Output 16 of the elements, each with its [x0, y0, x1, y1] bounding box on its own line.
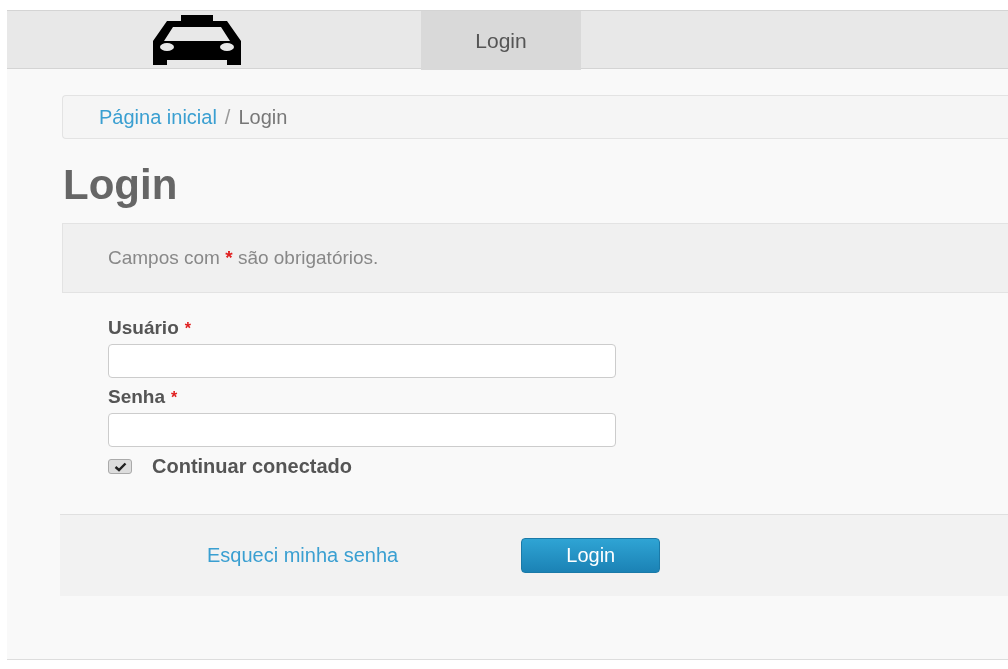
page-heading: Login — [63, 160, 179, 210]
forgot-password-link[interactable]: Esqueci minha senha — [207, 544, 399, 567]
input-field[interactable] — [108, 344, 616, 378]
required-note: Campos com * são obrigatórios. — [108, 247, 379, 269]
field-label: Senha — [108, 386, 166, 408]
input-field[interactable] — [108, 413, 616, 447]
breadcrumb-separator: / — [224, 105, 231, 129]
required-mark: * — [184, 320, 191, 338]
nav-tab[interactable]: Login — [421, 11, 581, 70]
checkbox[interactable] — [108, 459, 132, 474]
required-mark: * — [171, 389, 178, 407]
checkbox-label: Continuar conectado — [152, 455, 352, 478]
breadcrumb-link[interactable]: Página inicial — [99, 105, 217, 129]
field-label: Usuário — [108, 317, 179, 339]
login-button[interactable]: Login — [521, 538, 661, 573]
breadcrumb-current: Login — [238, 105, 288, 129]
